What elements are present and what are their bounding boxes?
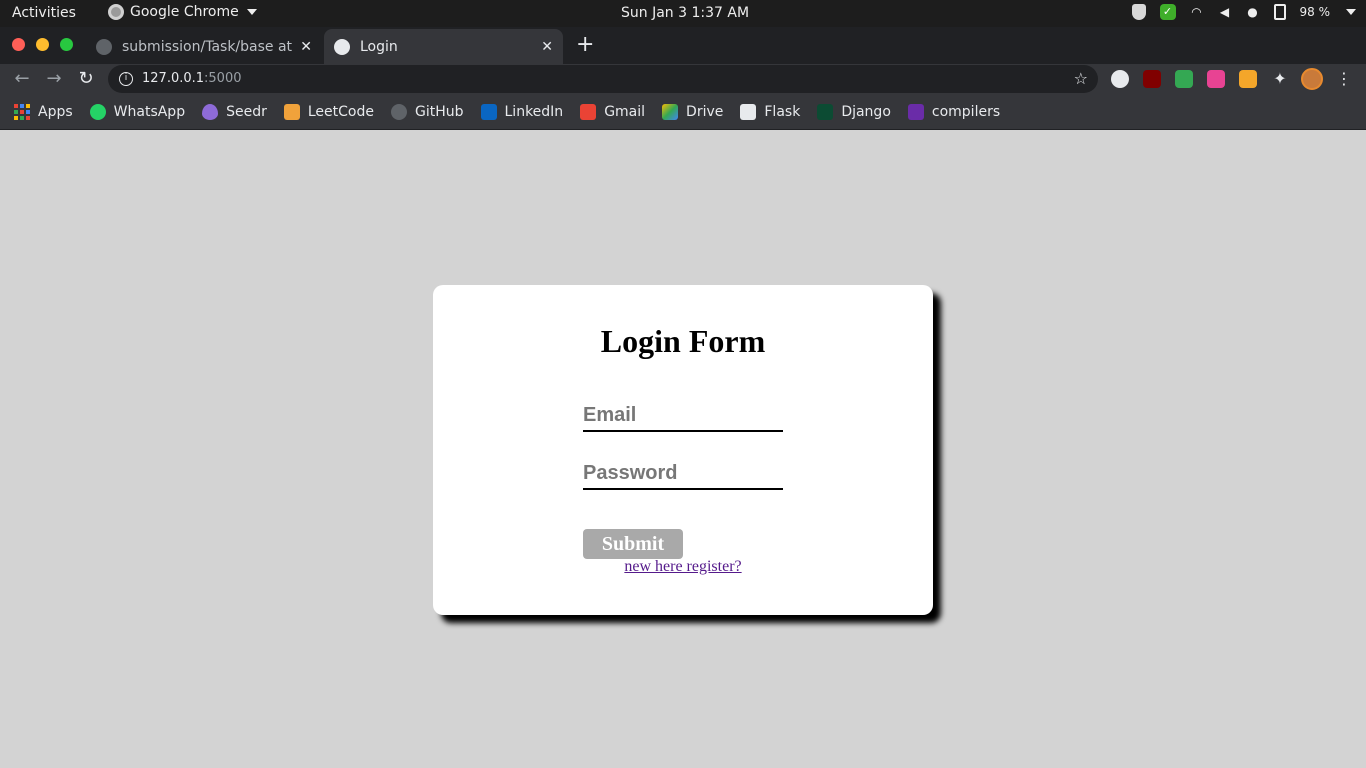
gmail-icon	[580, 104, 597, 120]
stack-extension-icon[interactable]	[1239, 70, 1257, 88]
submit-button[interactable]: Submit	[583, 529, 683, 559]
bookmark-label: Django	[841, 104, 891, 120]
system-tray[interactable]: ✓ ◠ ◀ ● 98 %	[1131, 4, 1356, 20]
bookmark-label: GitHub	[414, 104, 464, 120]
puzzle-extensions-icon[interactable]: ✦	[1271, 70, 1289, 88]
check-icon[interactable]: ✓	[1159, 4, 1176, 20]
tab-title: submission/Task/base at	[122, 38, 293, 55]
new-tab-button[interactable]: +	[576, 32, 594, 57]
bookmark-label: Drive	[686, 104, 724, 120]
bookmark-star-icon[interactable]: ☆	[1074, 69, 1088, 88]
bookmark-whatsapp[interactable]: WhatsApp	[89, 104, 186, 120]
bookmark-github[interactable]: GitHub	[390, 104, 464, 120]
forward-arrow-icon[interactable]: →	[43, 68, 65, 90]
compilers-icon	[907, 104, 924, 120]
system-clock[interactable]: Sun Jan 3 1:37 AM	[621, 5, 749, 21]
apps-grid-icon	[14, 104, 30, 120]
address-bar[interactable]: i 127.0.0.1:5000 ☆	[108, 65, 1098, 93]
register-link[interactable]: new here register?	[433, 558, 933, 576]
bookmark-label: LeetCode	[307, 104, 374, 120]
django-icon	[817, 104, 834, 120]
bookmark-apps[interactable]: Apps	[14, 104, 73, 120]
activities-button[interactable]: Activities	[12, 5, 76, 21]
chevron-down-icon	[246, 9, 257, 15]
browser-toolbar: ← → ↻ i 127.0.0.1:5000 ☆ ✦ ⋮	[0, 64, 1366, 95]
maximize-window-icon[interactable]	[60, 38, 73, 51]
close-icon[interactable]: ✕	[541, 39, 553, 55]
bookmark-label: Apps	[38, 104, 73, 120]
bookmark-label: Flask	[764, 104, 801, 120]
bookmark-label: WhatsApp	[113, 104, 186, 120]
bookmark-flask[interactable]: Flask	[740, 104, 800, 120]
bookmark-compilers[interactable]: compilers	[907, 104, 1001, 120]
tab-title: Login	[360, 38, 398, 55]
wappalyzer-extension-icon[interactable]	[1111, 70, 1129, 88]
page-content: Login Form Submit new here register?	[0, 131, 1366, 768]
github-icon	[96, 38, 112, 55]
seedr-icon	[202, 104, 219, 120]
reload-icon[interactable]: ↻	[75, 68, 97, 90]
login-form-card: Login Form Submit new here register?	[433, 285, 933, 615]
volume-icon[interactable]: ◀	[1218, 5, 1232, 19]
info-icon[interactable]: i	[119, 72, 133, 86]
wifi-icon[interactable]: ◠	[1190, 5, 1204, 19]
battery-icon[interactable]	[1273, 4, 1286, 20]
email-field[interactable]	[583, 400, 783, 432]
close-window-icon[interactable]	[12, 38, 25, 51]
leetcode-icon	[283, 104, 300, 120]
profile-avatar[interactable]	[1301, 68, 1323, 90]
url-port: :5000	[204, 71, 242, 86]
tab-github[interactable]: submission/Task/base at ✕	[86, 29, 322, 64]
globe-icon	[334, 38, 350, 55]
bookmarks-bar: Apps WhatsApp Seedr LeetCode GitHub Link…	[0, 95, 1366, 130]
bookmark-label: compilers	[931, 104, 1001, 120]
ublock-extension-icon[interactable]	[1143, 70, 1161, 88]
more-menu-icon[interactable]: ⋮	[1335, 70, 1353, 88]
linkedin-icon	[480, 104, 497, 120]
tab-login[interactable]: Login ✕	[324, 29, 563, 64]
bookmark-label: LinkedIn	[504, 104, 564, 120]
drive-extension-icon[interactable]	[1175, 70, 1193, 88]
bookmark-gmail[interactable]: Gmail	[580, 104, 645, 120]
minimize-window-icon[interactable]	[36, 38, 49, 51]
back-arrow-icon[interactable]: ←	[11, 68, 33, 90]
form-title: Login Form	[600, 323, 766, 359]
color-extension-icon[interactable]	[1207, 70, 1225, 88]
tab-strip: submission/Task/base at ✕ Login ✕ +	[0, 27, 1366, 64]
close-icon[interactable]: ✕	[300, 39, 312, 55]
system-top-bar: Activities Google Chrome Sun Jan 3 1:37 …	[0, 0, 1366, 27]
bookmark-label: Gmail	[604, 104, 646, 120]
url-text[interactable]: 127.0.0.1:5000	[142, 71, 242, 86]
bookmark-label: Seedr	[226, 104, 267, 120]
bookmark-leetcode[interactable]: LeetCode	[283, 104, 374, 120]
app-menu[interactable]: Google Chrome	[108, 4, 257, 20]
shield-icon[interactable]	[1131, 4, 1146, 20]
chevron-down-icon[interactable]	[1346, 9, 1356, 15]
whatsapp-icon	[89, 104, 106, 120]
chrome-icon	[108, 4, 124, 20]
bookmark-drive[interactable]: Drive	[662, 104, 723, 120]
github-icon	[390, 104, 407, 120]
password-field[interactable]	[583, 458, 783, 490]
app-menu-label: Google Chrome	[130, 4, 239, 20]
flask-icon	[740, 104, 757, 120]
bookmark-linkedin[interactable]: LinkedIn	[480, 104, 564, 120]
bookmark-django[interactable]: Django	[817, 104, 891, 120]
microphone-icon[interactable]: ●	[1246, 5, 1260, 19]
drive-icon	[662, 104, 679, 120]
bookmark-seedr[interactable]: Seedr	[202, 104, 267, 120]
battery-percentage: 98 %	[1299, 5, 1331, 19]
url-host: 127.0.0.1	[142, 71, 205, 86]
